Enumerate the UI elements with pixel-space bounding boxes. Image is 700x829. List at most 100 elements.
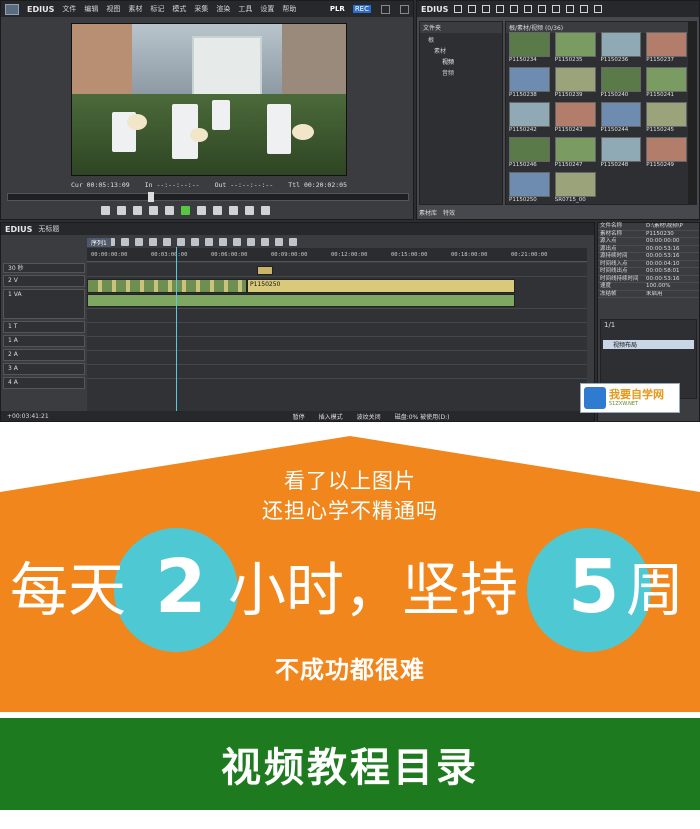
- menu-clip[interactable]: 素材: [128, 4, 142, 14]
- copy-icon[interactable]: [538, 5, 547, 13]
- thumbnail-image[interactable]: [509, 172, 550, 197]
- ripple-icon[interactable]: [219, 238, 227, 246]
- thumbnail-image[interactable]: [509, 137, 550, 162]
- minimize-icon[interactable]: [381, 4, 390, 14]
- timeline-clip[interactable]: P1150250: [247, 279, 515, 293]
- rewind-icon[interactable]: [149, 206, 158, 215]
- menu-view[interactable]: 视图: [106, 4, 120, 14]
- bin-scrollbar[interactable]: [689, 21, 697, 205]
- step-forward-icon[interactable]: [197, 206, 206, 215]
- menu-settings[interactable]: 设置: [260, 4, 274, 14]
- thumbnail-image[interactable]: [554, 137, 596, 162]
- snap-icon[interactable]: [233, 238, 241, 246]
- sequence-tab[interactable]: 序列1: [87, 238, 111, 247]
- player-scrub-bar[interactable]: [7, 192, 409, 202]
- thumbnail-item[interactable]: P1150234: [509, 32, 550, 64]
- track-head-4a[interactable]: 4 A: [3, 377, 85, 389]
- set-out-icon[interactable]: [117, 206, 126, 215]
- tree-item-audio[interactable]: 音频: [420, 66, 502, 77]
- thumbnail-item[interactable]: P1150240: [600, 67, 642, 99]
- menu-render[interactable]: 渲染: [216, 4, 230, 14]
- paste-icon[interactable]: [191, 238, 199, 246]
- undo-icon[interactable]: [135, 238, 143, 246]
- loop-icon[interactable]: [229, 206, 238, 215]
- folder-icon[interactable]: [454, 5, 463, 13]
- tree-item-video[interactable]: 视频: [420, 55, 502, 66]
- thumbnail-item[interactable]: P1150248: [600, 137, 642, 169]
- redo-icon[interactable]: [149, 238, 157, 246]
- track-head-1a[interactable]: 1 A: [3, 335, 85, 347]
- menu-tools[interactable]: 工具: [238, 4, 252, 14]
- menu-edit[interactable]: 编辑: [84, 4, 98, 14]
- set-in-icon[interactable]: [101, 206, 110, 215]
- timeline-ruler[interactable]: 00:00:00:00 00:03:00:00 00:06:00:00 00:09:0…: [87, 248, 587, 262]
- track-head-1t[interactable]: 1 T: [3, 321, 85, 333]
- track-head-3a[interactable]: 3 A: [3, 363, 85, 375]
- audio-clip[interactable]: [87, 294, 515, 307]
- list-icon[interactable]: [594, 5, 603, 13]
- menu-marker[interactable]: 标记: [150, 4, 164, 14]
- play-icon[interactable]: [181, 206, 190, 215]
- tab-bin[interactable]: 素材库: [419, 208, 437, 217]
- thumbnail-image[interactable]: [646, 102, 687, 127]
- thumbnail-image[interactable]: [600, 32, 642, 57]
- menu-mode[interactable]: 模式: [172, 4, 186, 14]
- thumbnail-item[interactable]: SR0715_00: [554, 172, 596, 204]
- track-head-2a[interactable]: 2 A: [3, 349, 85, 361]
- thumbnail-item[interactable]: P1150250: [509, 172, 550, 204]
- thumbnail-item[interactable]: P1150249: [646, 137, 687, 169]
- tab-effects[interactable]: 特效: [443, 208, 455, 217]
- thumbnail-item[interactable]: P1150235: [554, 32, 596, 64]
- zoom-level[interactable]: 30 秒: [3, 263, 85, 273]
- thumbnail-image[interactable]: [554, 172, 596, 197]
- scrub-handle[interactable]: [148, 192, 154, 202]
- up-folder-icon[interactable]: [482, 5, 491, 13]
- thumbnail-item[interactable]: P1150245: [646, 102, 687, 134]
- overwrite-icon[interactable]: [261, 206, 270, 215]
- thumbnail-item[interactable]: P1150246: [509, 137, 550, 169]
- thumbnail-item[interactable]: P1150238: [509, 67, 550, 99]
- menu-capture[interactable]: 采集: [194, 4, 208, 14]
- thumbnail-item[interactable]: P1150237: [646, 32, 687, 64]
- cut-icon[interactable]: [163, 238, 171, 246]
- thumbnail-item[interactable]: P1150242: [509, 102, 550, 134]
- thumbnail-image[interactable]: [646, 67, 687, 92]
- track-head-1va[interactable]: 1 VA: [3, 289, 85, 319]
- tree-item-clips[interactable]: 素材: [420, 44, 502, 55]
- menu-help[interactable]: 帮助: [282, 4, 296, 14]
- delete-icon[interactable]: [205, 238, 213, 246]
- thumbnail-item[interactable]: P1150239: [554, 67, 596, 99]
- step-back-icon[interactable]: [165, 206, 174, 215]
- copy-icon[interactable]: [177, 238, 185, 246]
- thumbnail-image[interactable]: [509, 67, 550, 92]
- thumbnail-item[interactable]: P1150243: [554, 102, 596, 134]
- stop-icon[interactable]: [133, 206, 142, 215]
- cut-icon[interactable]: [524, 5, 533, 13]
- save-icon[interactable]: [121, 238, 129, 246]
- thumbnail-image[interactable]: [600, 137, 642, 162]
- thumbnail-image[interactable]: [509, 102, 550, 127]
- timeline-playhead[interactable]: [176, 247, 177, 411]
- timeline-clip[interactable]: [87, 279, 247, 293]
- plr-mode-label[interactable]: PLR: [330, 5, 345, 13]
- thumbnail-image[interactable]: [509, 32, 550, 57]
- effect-item[interactable]: 视频布局: [603, 340, 694, 349]
- thumbnail-image[interactable]: [600, 102, 642, 127]
- track-head-2v[interactable]: 2 V: [3, 275, 85, 287]
- tree-item-root[interactable]: 根: [420, 33, 502, 44]
- thumbnail-image[interactable]: [554, 67, 596, 92]
- title-icon[interactable]: [510, 5, 519, 13]
- view-icon[interactable]: [580, 5, 589, 13]
- delete-icon[interactable]: [566, 5, 575, 13]
- fast-forward-icon[interactable]: [213, 206, 222, 215]
- render-icon[interactable]: [261, 238, 269, 246]
- audio-icon[interactable]: [275, 238, 283, 246]
- rec-mode-label[interactable]: REC: [352, 5, 371, 13]
- thumbnail-image[interactable]: [646, 32, 687, 57]
- thumbnail-image[interactable]: [554, 32, 596, 57]
- thumbnail-item[interactable]: P1150241: [646, 67, 687, 99]
- thumbnail-item[interactable]: P1150236: [600, 32, 642, 64]
- thumbnail-image[interactable]: [600, 67, 642, 92]
- close-icon[interactable]: [400, 4, 409, 14]
- insert-icon[interactable]: [245, 206, 254, 215]
